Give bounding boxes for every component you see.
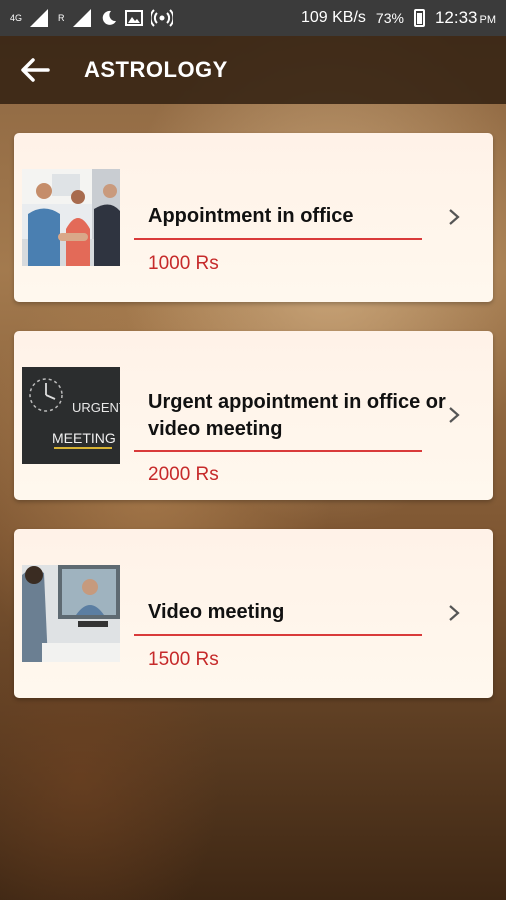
roaming-label: R: [58, 13, 65, 23]
title-underline: [134, 450, 422, 452]
hotspot-icon: [150, 9, 173, 27]
chevron-right-icon: [449, 605, 460, 621]
title-underline: [134, 634, 422, 636]
clock-ampm: PM: [479, 14, 497, 26]
service-card-office[interactable]: Appointment in office 1000 Rs: [14, 133, 493, 302]
title-underline: [134, 238, 422, 240]
network-speed: 109 KB/s: [300, 9, 366, 26]
network-type-label: 4G: [10, 13, 23, 23]
chevron-right-icon: [449, 209, 460, 225]
status-right: 109 KB/s 73% 12:33 PM: [301, 8, 496, 28]
service-price: 1500 Rs: [148, 649, 219, 670]
clock-time: 12:33: [434, 8, 478, 27]
meeting-text: MEETING: [52, 430, 116, 446]
battery-percent: 73%: [375, 10, 404, 26]
image-icon: [124, 10, 143, 26]
service-title: Video meeting: [148, 601, 285, 623]
battery-icon: [413, 9, 425, 27]
service-price: 2000 Rs: [148, 464, 219, 485]
signal-icon-2: [72, 9, 91, 27]
service-price: 1000 Rs: [148, 253, 219, 274]
service-card-urgent[interactable]: URGENT MEETING Urgent appointment in off…: [14, 331, 493, 500]
service-card-video[interactable]: Video meeting 1500 Rs: [14, 529, 493, 698]
back-button[interactable]: [20, 53, 54, 87]
urgent-meeting-image: URGENT MEETING: [22, 367, 120, 464]
status-left: 4G R: [10, 9, 173, 27]
chevron-right-icon: [449, 407, 460, 423]
signal-icon: [30, 9, 49, 27]
page-title: ASTROLOGY: [84, 57, 228, 82]
video-meeting-image: [22, 565, 120, 662]
urgent-text: URGENT: [72, 400, 120, 415]
service-title: Appointment in office: [148, 205, 354, 227]
service-title: Urgent appointment in office or video me…: [148, 391, 446, 440]
back-arrow-icon: [21, 58, 50, 82]
moon-icon: [102, 10, 116, 25]
office-appointment-image: [22, 169, 120, 266]
status-bar: 4G R 109 KB/s 73% 12:33 PM: [0, 0, 506, 36]
app-bar: ASTROLOGY: [0, 36, 506, 104]
clock: 12:33 PM: [435, 8, 496, 28]
